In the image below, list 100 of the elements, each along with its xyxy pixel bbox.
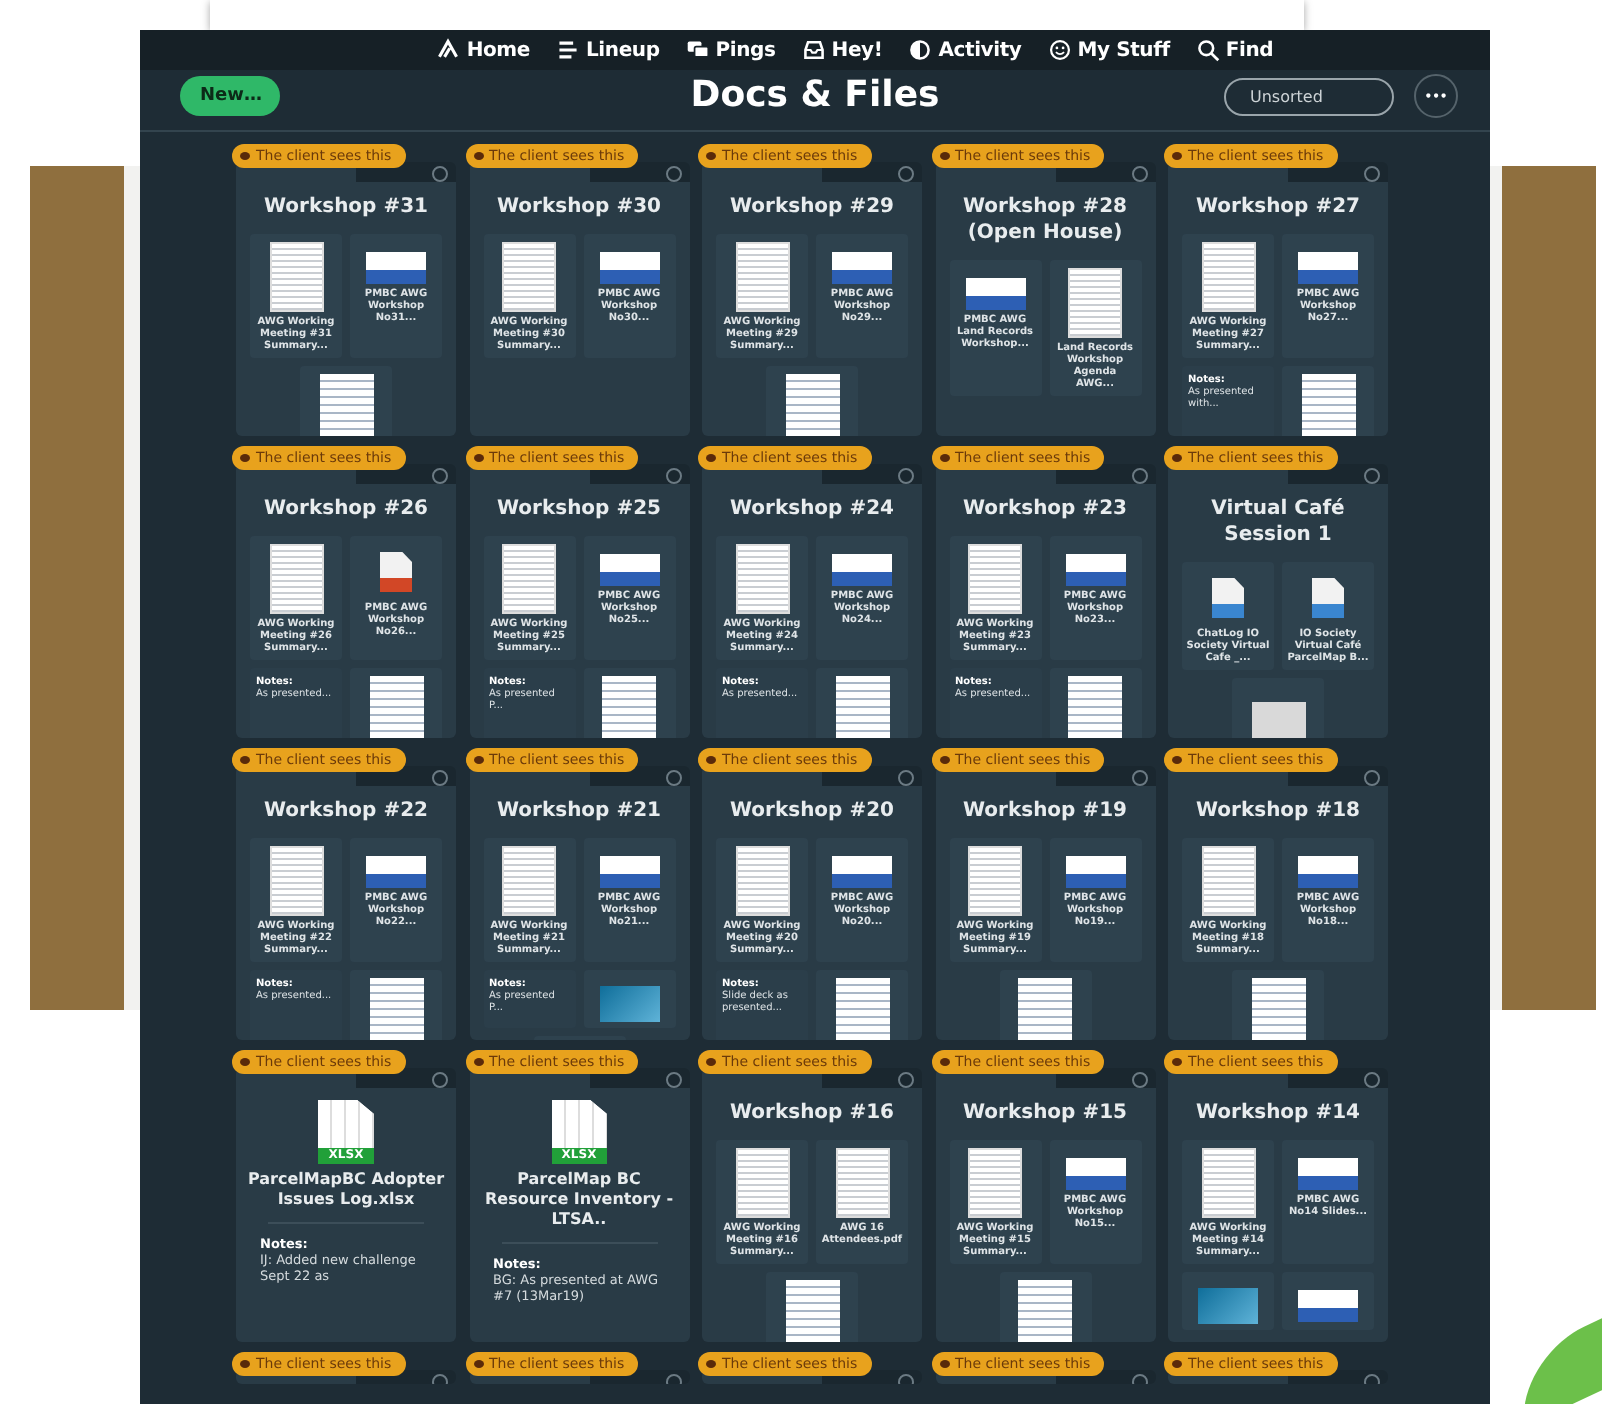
chat-icon: [685, 38, 710, 62]
folder-title[interactable]: Workshop #25: [469, 496, 689, 522]
eye-icon: [1172, 152, 1182, 160]
eye-icon: [473, 1360, 483, 1368]
eye-icon: [240, 1360, 250, 1368]
slide-thumbnail: [599, 856, 659, 888]
circle-icon: [898, 1072, 914, 1088]
home-icon: [436, 38, 461, 62]
document-thumbnail: [1018, 978, 1072, 1040]
eye-icon: [240, 756, 250, 764]
slide-thumbnail: [1065, 856, 1125, 888]
folder-title[interactable]: Workshop #14: [1168, 1100, 1388, 1126]
eye-icon: [473, 1058, 483, 1066]
slide-thumbnail: [1065, 1158, 1125, 1190]
nav-link[interactable]: Pings: [685, 38, 776, 62]
sort-dropdown[interactable]: Unsorted: [1224, 78, 1394, 116]
folder-title[interactable]: Workshop #24: [702, 496, 922, 522]
folder-title[interactable]: Workshop #18: [1168, 798, 1388, 824]
document-thumbnail: [835, 1148, 889, 1218]
image-thumbnail: [599, 986, 659, 1022]
document-thumbnail: [1201, 846, 1255, 916]
document-thumbnail: [735, 242, 789, 312]
nav-link[interactable]: Hey!: [801, 38, 883, 62]
document-thumbnail: [735, 544, 789, 614]
image-thumbnail: [1251, 702, 1305, 738]
document-thumbnail: [502, 846, 556, 916]
folder-title[interactable]: Workshop #29: [702, 194, 922, 220]
circle-icon: [665, 770, 681, 786]
document-thumbnail: [369, 676, 423, 738]
file-icon: [1212, 578, 1244, 618]
circle-icon: [898, 166, 914, 182]
circle-icon: [898, 468, 914, 484]
half-circle-icon: [908, 38, 933, 62]
circle-icon: [432, 468, 448, 484]
circle-icon: [1364, 770, 1380, 786]
document-thumbnail: [602, 676, 656, 738]
eye-icon: [240, 152, 250, 160]
nav-link[interactable]: Lineup: [556, 38, 660, 62]
circle-icon: [665, 468, 681, 484]
document-thumbnail: [1251, 978, 1305, 1040]
eye-icon: [1172, 1058, 1182, 1066]
circle-icon: [1131, 468, 1147, 484]
folder-title[interactable]: Workshop #16: [702, 1100, 922, 1126]
slide-thumbnail: [366, 252, 426, 284]
eye-icon: [939, 152, 949, 160]
folder-title[interactable]: Workshop #27: [1168, 194, 1388, 220]
slide-thumbnail: [1298, 252, 1358, 284]
document-thumbnail: [835, 978, 889, 1040]
document-thumbnail: [1201, 1148, 1255, 1218]
nav-link[interactable]: Home: [436, 38, 530, 62]
eye-icon: [706, 756, 716, 764]
folder-title[interactable]: Workshop #15: [935, 1100, 1155, 1126]
circle-icon: [1364, 1072, 1380, 1088]
circle-icon: [665, 166, 681, 182]
slide-thumbnail: [599, 252, 659, 284]
circle-icon: [1131, 166, 1147, 182]
eye-icon: [240, 454, 250, 462]
folder-title[interactable]: Workshop #28 (Open House): [935, 194, 1155, 246]
new-button[interactable]: New…: [180, 76, 280, 116]
document-thumbnail: [1068, 268, 1122, 338]
document-thumbnail: [968, 544, 1022, 614]
circle-icon: [1364, 166, 1380, 182]
eye-icon: [1172, 454, 1182, 462]
folder-title[interactable]: Workshop #23: [935, 496, 1155, 522]
document-thumbnail: [269, 544, 323, 614]
slide-thumbnail: [1298, 1290, 1358, 1322]
slide-thumbnail: [599, 554, 659, 586]
document-thumbnail: [735, 846, 789, 916]
file-title[interactable]: ParcelMap BC Resource Inventory - LTSA..: [469, 1170, 689, 1230]
lines-icon: [556, 38, 580, 62]
circle-icon: [432, 1072, 448, 1088]
document-thumbnail: [968, 846, 1022, 916]
folder-title[interactable]: Workshop #22: [236, 798, 456, 824]
folder-title[interactable]: Workshop #21: [469, 798, 689, 824]
nav-link[interactable]: My Stuff: [1047, 38, 1170, 62]
nav-link[interactable]: Find: [1195, 38, 1274, 62]
circle-icon: [665, 1072, 681, 1088]
circle-icon: [898, 770, 914, 786]
folder-title[interactable]: Workshop #26: [236, 496, 456, 522]
eye-icon: [939, 1058, 949, 1066]
slide-thumbnail: [832, 554, 892, 586]
folder-title[interactable]: Workshop #31: [236, 194, 456, 220]
slide-thumbnail: [1298, 1158, 1358, 1190]
file-title[interactable]: ParcelMapBC Adopter Issues Log.xlsx: [236, 1170, 456, 1210]
eye-icon: [1172, 756, 1182, 764]
slide-thumbnail: [366, 856, 426, 888]
circle-icon: [1131, 1072, 1147, 1088]
document-thumbnail: [502, 242, 556, 312]
folder-title[interactable]: Virtual Café Session 1: [1168, 496, 1388, 548]
document-thumbnail: [319, 374, 373, 436]
folder-title[interactable]: Workshop #30: [469, 194, 689, 220]
circle-icon: [432, 770, 448, 786]
folder-title[interactable]: Workshop #20: [702, 798, 922, 824]
slide-thumbnail: [1298, 856, 1358, 888]
nav-link[interactable]: Activity: [908, 38, 1022, 62]
document-thumbnail: [785, 1280, 839, 1342]
eye-icon: [706, 1058, 716, 1066]
circle-icon: [1364, 468, 1380, 484]
folder-title[interactable]: Workshop #19: [935, 798, 1155, 824]
document-thumbnail: [1018, 1280, 1072, 1342]
